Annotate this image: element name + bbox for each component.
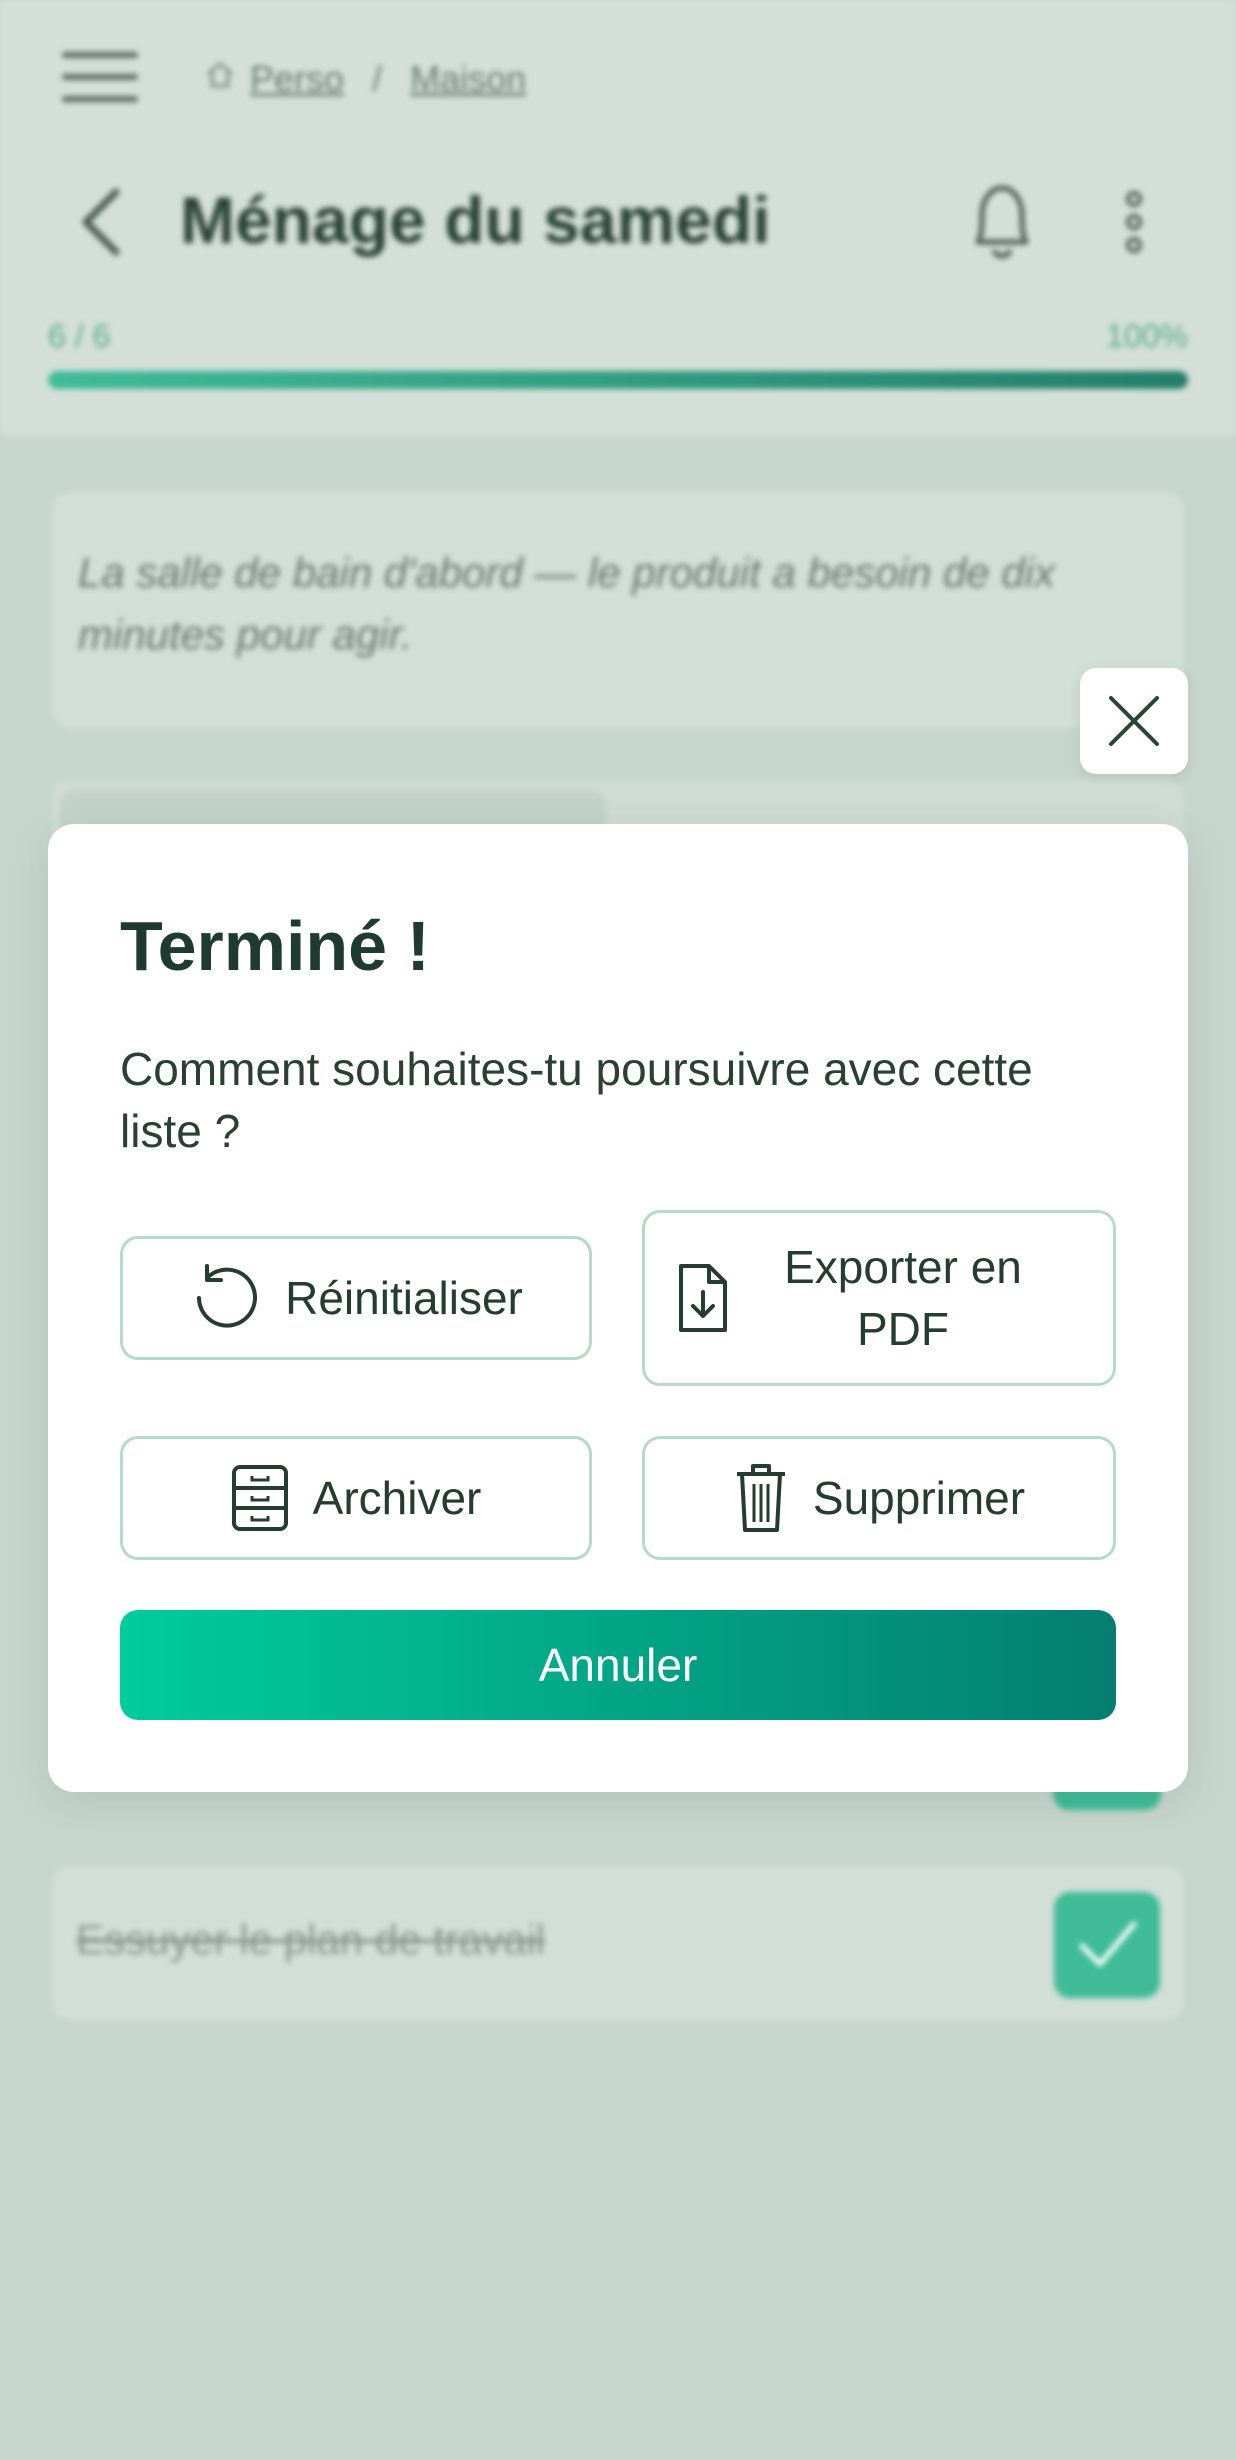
delete-button[interactable]: Supprimer	[642, 1436, 1116, 1560]
trash-icon	[733, 1462, 789, 1534]
close-button[interactable]	[1080, 668, 1188, 774]
list-note: La salle de bain d'abord — le produit a …	[52, 492, 1184, 728]
back-arrow-icon[interactable]	[78, 186, 124, 258]
home-icon	[204, 58, 236, 100]
breadcrumb-item-maison[interactable]: Maison	[410, 58, 526, 100]
task-label: Essuyer le plan de travail	[76, 1916, 546, 1963]
progress-fill	[48, 371, 1188, 389]
export-pdf-button[interactable]: Exporter en PDF	[642, 1210, 1116, 1386]
breadcrumb-separator: /	[372, 58, 383, 99]
list-item[interactable]: Essuyer le plan de travail	[52, 1866, 1184, 2020]
more-vertical-icon[interactable]	[1116, 190, 1152, 254]
file-download-icon	[675, 1262, 729, 1334]
archive-label: Archiver	[312, 1472, 482, 1524]
bell-icon[interactable]	[966, 178, 1038, 264]
cancel-button[interactable]: Annuler	[120, 1610, 1116, 1720]
close-icon	[1109, 696, 1159, 746]
export-pdf-label: Exporter en PDF	[784, 1241, 1022, 1355]
reset-label: Réinitialiser	[285, 1272, 523, 1324]
completion-dialog: Terminé ! Comment souhaites-tu poursuivr…	[48, 824, 1188, 1792]
archive-button[interactable]: Archiver	[120, 1436, 592, 1560]
progress-percent: 100%	[1106, 318, 1188, 354]
app-header: Perso / Maison Ménage du samedi 6 / 6 10…	[0, 0, 1236, 438]
reset-button[interactable]: Réinitialiser	[120, 1236, 592, 1360]
progress-bar	[48, 371, 1188, 389]
progress-count: 6 / 6	[48, 318, 111, 354]
dialog-message: Comment souhaites-tu poursuivre avec cet…	[120, 1043, 1033, 1157]
dialog-title: Terminé !	[120, 907, 430, 985]
breadcrumb-item-perso[interactable]: Perso	[250, 58, 344, 100]
delete-label: Supprimer	[812, 1472, 1026, 1524]
page-title: Ménage du samedi	[180, 183, 771, 257]
breadcrumb: Perso / Maison	[204, 56, 526, 102]
menu-icon[interactable]	[62, 52, 138, 102]
check-icon	[1079, 1921, 1137, 1967]
task-checkbox[interactable]	[1054, 1892, 1160, 1998]
reset-icon	[189, 1262, 261, 1334]
archive-icon	[231, 1464, 289, 1532]
